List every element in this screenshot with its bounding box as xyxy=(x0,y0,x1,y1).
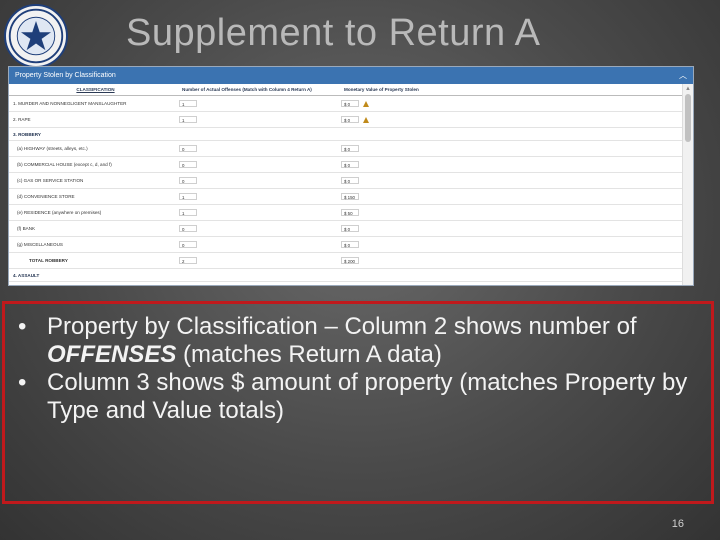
offenses-cell: 0 xyxy=(179,145,341,152)
table-body: 1. MURDER AND NONNEGLIGENT MANSLAUGHTER 1… xyxy=(9,96,683,282)
row-label: (d) CONVENIENCE STORE xyxy=(17,194,75,199)
bullet-1-emphasis: OFFENSES xyxy=(47,341,177,368)
table-row: (d) CONVENIENCE STORE 1 $ 150 xyxy=(9,189,683,205)
offenses-cell: 0 xyxy=(179,241,341,248)
value-input[interactable]: $ 0 xyxy=(341,145,359,152)
offenses-cell: 1 xyxy=(179,100,341,107)
value-cell: $ 0 xyxy=(341,100,441,107)
value-input[interactable]: $ 0 xyxy=(341,161,359,168)
bullet-item-1: • Property by Classification – Column 2 … xyxy=(18,313,708,369)
table-row: (e) RESIDENCE (anywhere on premises) 1 $ 5… xyxy=(9,205,683,221)
table-row: (b) COMMERCIAL HOUSE (except c, d, and f… xyxy=(9,157,683,173)
offenses-input[interactable]: 0 xyxy=(179,225,197,232)
bullet-2-text: Column 3 shows $ amount of property (mat… xyxy=(47,369,688,424)
col-offenses: Number of Actual Offenses (Match with Co… xyxy=(182,87,312,92)
offenses-input[interactable]: 1 xyxy=(179,209,197,216)
row-label: 1. MURDER AND NONNEGLIGENT MANSLAUGHTER xyxy=(13,101,127,106)
value-cell: $ 0 xyxy=(341,177,441,184)
table-row: (a) HIGHWAY (streets, alleys, etc.) 0 $ 0 xyxy=(9,141,683,157)
offenses-cell: 1 xyxy=(179,116,341,123)
offenses-cell: 2 xyxy=(179,257,341,264)
row-label: (g) MISCELLANEOUS xyxy=(17,242,63,247)
value-cell: $ 0 xyxy=(341,145,441,152)
row-label: (e) RESIDENCE (anywhere on premises) xyxy=(17,210,102,215)
col-classification: CLASSIFICATION xyxy=(76,87,115,92)
offenses-input[interactable]: 1 xyxy=(179,116,197,123)
bullet-1-text-a: Property by Classification – Column 2 sh… xyxy=(47,313,637,340)
property-stolen-panel: Property Stolen by Classification ︿ CLAS… xyxy=(8,66,694,286)
row-label: (b) COMMERCIAL HOUSE (except c, d, and f… xyxy=(17,162,112,167)
table-row: (f) BANK 0 $ 0 xyxy=(9,221,683,237)
bullet-dot: • xyxy=(18,313,27,340)
value-cell: $ 0 xyxy=(341,225,441,232)
table-row: (g) MISCELLANEOUS 0 $ 0 xyxy=(9,237,683,253)
panel-title: Property Stolen by Classification xyxy=(15,72,116,79)
panel-header[interactable]: Property Stolen by Classification ︿ xyxy=(9,67,693,84)
slide-title: Supplement to Return A xyxy=(126,12,541,54)
chevron-up-icon[interactable]: ︿ xyxy=(679,67,687,84)
bullet-1-text-b: (matches Return A data) xyxy=(176,341,442,368)
offenses-input[interactable]: 1 xyxy=(179,100,197,107)
bullet-list: • Property by Classification – Column 2 … xyxy=(18,313,708,425)
value-input[interactable]: $ 150 xyxy=(341,193,359,200)
bullet-dot: • xyxy=(18,369,27,396)
offenses-cell: 0 xyxy=(179,225,341,232)
value-cell: $ 0 xyxy=(341,161,441,168)
value-input[interactable]: $ 0 xyxy=(341,116,359,123)
scroll-up-icon[interactable]: ▲ xyxy=(685,86,691,92)
bullet-item-2: • Column 3 shows $ amount of property (m… xyxy=(18,369,708,425)
value-cell: $ 50 xyxy=(341,209,441,216)
offenses-cell: 1 xyxy=(179,193,341,200)
offenses-cell: 0 xyxy=(179,177,341,184)
state-seal-icon xyxy=(4,4,68,68)
seal-graphic xyxy=(8,8,64,64)
value-input[interactable]: $ 0 xyxy=(341,177,359,184)
value-input[interactable]: $ 50 xyxy=(341,209,359,216)
warning-icon xyxy=(363,116,369,123)
table-row: (c) GAS OR SERVICE STATION 0 $ 0 xyxy=(9,173,683,189)
value-cell: $ 150 xyxy=(341,193,441,200)
table-row: 2. RAPE 1 $ 0 xyxy=(9,112,683,128)
row-label: 3. ROBBERY xyxy=(13,131,41,137)
scrollbar[interactable]: ▲ xyxy=(682,84,693,285)
value-input[interactable]: $ 0 xyxy=(341,225,359,232)
offenses-input[interactable]: 0 xyxy=(179,177,197,184)
value-cell: $ 0 xyxy=(341,241,441,248)
table-section-row: 4. ASSAULT xyxy=(9,269,683,282)
offenses-input[interactable]: 0 xyxy=(179,161,197,168)
table-row: 1. MURDER AND NONNEGLIGENT MANSLAUGHTER 1… xyxy=(9,96,683,112)
offenses-input[interactable]: 1 xyxy=(179,193,197,200)
value-input[interactable]: $ 0 xyxy=(341,241,359,248)
table-row: TOTAL ROBBERY 2 $ 200 xyxy=(9,253,683,269)
offenses-input[interactable]: 0 xyxy=(179,241,197,248)
offenses-input[interactable]: 2 xyxy=(179,257,197,264)
warning-icon xyxy=(363,100,369,107)
col-value: Monetary Value of Property Stolen xyxy=(344,87,419,92)
row-label: TOTAL ROBBERY xyxy=(29,258,68,263)
value-cell: $ 200 xyxy=(341,257,441,264)
table-header: CLASSIFICATION Number of Actual Offenses… xyxy=(9,84,683,96)
offenses-cell: 0 xyxy=(179,161,341,168)
offenses-input[interactable]: 0 xyxy=(179,145,197,152)
row-label: (a) HIGHWAY (streets, alleys, etc.) xyxy=(17,146,88,151)
table-section-row: 3. ROBBERY xyxy=(9,128,683,141)
row-label: (f) BANK xyxy=(17,226,36,231)
scroll-thumb[interactable] xyxy=(685,94,691,142)
row-label: 4. ASSAULT xyxy=(13,272,40,278)
row-label: 2. RAPE xyxy=(13,117,31,122)
value-cell: $ 0 xyxy=(341,116,441,123)
value-input[interactable]: $ 200 xyxy=(341,257,359,264)
page-number: 16 xyxy=(671,518,684,530)
classification-table: CLASSIFICATION Number of Actual Offenses… xyxy=(9,84,683,285)
row-label: (c) GAS OR SERVICE STATION xyxy=(17,178,84,183)
value-input[interactable]: $ 0 xyxy=(341,100,359,107)
offenses-cell: 1 xyxy=(179,209,341,216)
